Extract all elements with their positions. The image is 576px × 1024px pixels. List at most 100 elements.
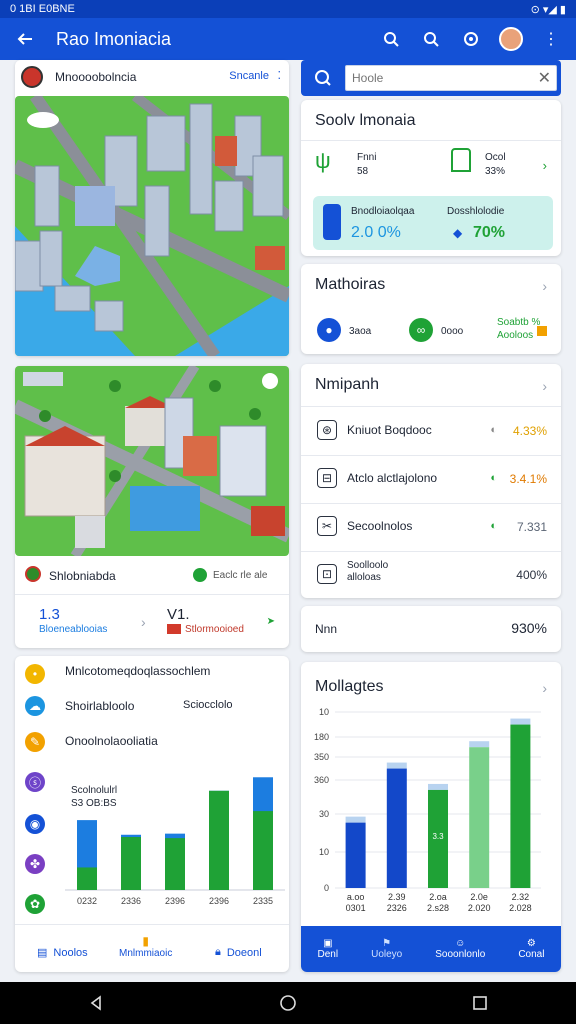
banner-left-label: Bnodloiaolqaa xyxy=(351,206,415,217)
bar-series2[interactable] xyxy=(209,790,229,890)
tab-denl[interactable]: ▣ Denl xyxy=(318,938,339,960)
summary-card: Soolv lmonaia ψ Fnni 58 Ocol 33% › Bnodl… xyxy=(301,100,561,256)
bar-series2[interactable] xyxy=(121,837,141,890)
stat1-label: Bloeneablooias xyxy=(39,624,108,635)
metric-row[interactable]: ⊡ Soolloolo alloloas 400% xyxy=(301,552,561,600)
y-tick-label: 350 xyxy=(314,752,329,762)
settings-icon[interactable] xyxy=(458,26,484,52)
back-arrow-icon[interactable] xyxy=(12,26,38,52)
district-name: Shlobniabda xyxy=(49,569,116,583)
sparkle-icon xyxy=(537,326,547,336)
cloud-icon: ☁ xyxy=(25,696,45,716)
y-tick-label: 360 xyxy=(314,775,329,785)
metric-row[interactable]: ✂ Secoolnolos ◐ 7.331 xyxy=(301,504,561,552)
chart-card-title: Mollagtes xyxy=(315,678,384,695)
bar[interactable] xyxy=(510,724,531,888)
tab-label: Doeonl xyxy=(226,946,262,959)
status-check-icon xyxy=(193,568,207,582)
app-bar: Rao Imoniacia ⋮ xyxy=(0,18,576,60)
summary-item1-label: Fnni xyxy=(357,152,377,163)
user-icon: ● xyxy=(317,318,341,342)
tab-label: Conal xyxy=(518,949,545,960)
system-nav-bar xyxy=(0,982,576,1024)
nav-home-icon[interactable] xyxy=(276,991,300,1015)
bar-series2[interactable] xyxy=(253,811,273,890)
tab-mnlmmiaoic[interactable]: ▮ Mnlmmiaoic xyxy=(119,934,172,959)
search-alt-icon[interactable] xyxy=(418,26,444,52)
scale-icon: ⊟ xyxy=(317,468,337,488)
y-tick-label: 10 xyxy=(319,847,329,857)
chevron-right-icon[interactable]: › xyxy=(141,614,146,630)
house-icon xyxy=(451,148,471,172)
tab-uoleyo[interactable]: ⚑ Uoleyo xyxy=(371,938,402,960)
mini-row[interactable]: Nnn 930% xyxy=(301,606,561,652)
mathotas-b-label: 0ooo xyxy=(441,326,464,337)
x-tick-label: 2.32 xyxy=(512,892,530,902)
mini-row-value: 930% xyxy=(511,620,547,636)
metric-value: 3.4.1% xyxy=(509,472,547,486)
trend-icon: ◆ xyxy=(453,226,463,240)
page-title: Rao Imoniacia xyxy=(56,28,172,49)
doc-icon: ▣ xyxy=(323,938,333,949)
chevron-right-icon[interactable]: › xyxy=(543,158,547,173)
list-view-icon: ▤ xyxy=(37,947,48,959)
status-right: ⊙ ▾◢ ▮ xyxy=(530,3,566,16)
left-bar-chart[interactable] xyxy=(65,756,285,906)
settings-icon: ⚙ xyxy=(526,938,536,949)
chat-icon[interactable] xyxy=(313,68,333,88)
x-tick-label: 0232 xyxy=(76,896,98,906)
metric-row[interactable]: ⊛ Kniuot Boqdooc ◐ 4.33% xyxy=(301,408,561,456)
metric-value: 7.331 xyxy=(516,520,547,534)
bar[interactable] xyxy=(345,822,366,888)
x-tick-label: 2.oa xyxy=(429,892,447,902)
person-icon: ☺ xyxy=(455,938,466,949)
bar-series2[interactable] xyxy=(165,838,185,890)
chart-tab-bar: ▣ Denl ⚑ Uoleyo ☺ Sooonlonlo ⚙ Conal xyxy=(301,926,561,972)
trend-icon: ◐ xyxy=(490,424,497,436)
city-card-title: Mnoooobolncia xyxy=(55,70,137,84)
district-card: Shlobniabda Eaclc rle ale 1.3 Bloeneablo… xyxy=(15,366,289,648)
search-input[interactable] xyxy=(345,65,557,91)
right-bar-chart[interactable]: 0 10 30 360 350 180 10 a.oo0301 2.392326 2.oa2.s… xyxy=(301,702,561,914)
metric-row[interactable]: ⊟ Atclo alctlajolono ◐ 3.4.1% xyxy=(301,456,561,504)
x-tick-label: 0301 xyxy=(346,903,366,913)
tab-label: Sooonlonlo xyxy=(435,949,486,960)
summary-title: Soolv lmonaia xyxy=(315,112,416,129)
lock-icon: 🔒︎ xyxy=(215,946,221,958)
trend-icon: ◐ xyxy=(490,472,497,484)
tab-noolos[interactable]: ▤ Noolos xyxy=(37,946,88,960)
tab-label: Noolos xyxy=(53,946,88,959)
chevron-right-icon[interactable]: › xyxy=(542,278,547,294)
y-tick-label: 180 xyxy=(314,732,329,742)
banner-right-value: 70% xyxy=(473,224,506,241)
chevron-right-icon[interactable]: › xyxy=(542,680,547,696)
nav-back-icon[interactable] xyxy=(84,991,108,1015)
bar-series2[interactable] xyxy=(77,867,97,890)
tab-doeonl[interactable]: 🔒︎ Doeonl xyxy=(215,946,262,959)
x-tick-label: a.oo xyxy=(347,892,365,902)
bar[interactable] xyxy=(469,747,490,888)
bar[interactable] xyxy=(386,768,407,888)
y-tick-label: 0 xyxy=(324,883,329,893)
search-icon[interactable] xyxy=(378,26,404,52)
summary-banner[interactable]: Bnodloiaolqaa 2.0 0% Dosshlolodie ◆ 70% xyxy=(313,196,553,250)
city-card-action-link[interactable]: Sncanle xyxy=(229,70,269,82)
search-bar: ✕ xyxy=(301,60,561,96)
avatar[interactable] xyxy=(498,26,524,52)
summary-item2-label: Ocol xyxy=(485,152,506,163)
chevron-right-icon[interactable]: › xyxy=(542,378,547,394)
tool-icon: ✎ xyxy=(25,732,45,752)
gauge-icon: ⊛ xyxy=(317,420,337,440)
more-horiz-icon[interactable]: ⁚ xyxy=(278,69,282,82)
trend-icon: ◐ xyxy=(490,520,497,532)
close-icon[interactable]: ✕ xyxy=(538,68,551,88)
battery-icon xyxy=(323,204,341,240)
tab-conal[interactable]: ⚙ Conal xyxy=(518,938,544,960)
district-badge: Eaclc rle ale xyxy=(213,570,268,581)
district-map-scene[interactable] xyxy=(15,366,289,556)
tab-sooonlonlo[interactable]: ☺ Sooonlonlo xyxy=(435,938,485,960)
mini-row-label: Nnn xyxy=(315,622,338,636)
city-map-scene[interactable] xyxy=(15,96,289,356)
nav-recents-icon[interactable] xyxy=(468,991,492,1015)
more-vert-icon[interactable]: ⋮ xyxy=(538,26,564,52)
